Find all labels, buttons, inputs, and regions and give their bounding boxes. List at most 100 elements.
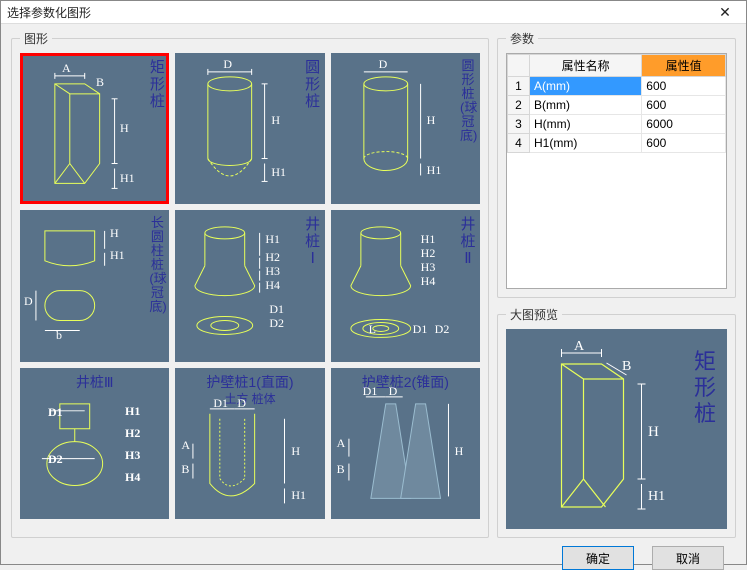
shape-rect-pile[interactable]: 矩形桩 A	[20, 53, 169, 204]
dim-a: A	[337, 436, 346, 451]
footer: 确定 取消	[1, 546, 746, 570]
shape-label: 矩形桩	[149, 59, 165, 110]
param-row[interactable]: 3H(mm)6000	[508, 115, 726, 134]
dim-h2: H2	[421, 246, 436, 261]
dim-b: B	[181, 462, 189, 477]
dim-d1: D1	[48, 405, 63, 420]
shapes-fieldset: 图形 矩形桩	[11, 30, 489, 538]
shape-circle-pile-sphere[interactable]: 圆形桩(球冠底)	[331, 53, 480, 204]
dim-h: H	[455, 444, 464, 459]
dim-d: D	[223, 57, 232, 72]
dim-d2: D2	[48, 452, 63, 467]
dim-d: D	[237, 396, 246, 411]
param-box: 属性名称 属性值 1A(mm)6002B(mm)6003H(mm)60004H1…	[506, 53, 727, 289]
dim-h1: H1	[421, 232, 436, 247]
param-row[interactable]: 2B(mm)600	[508, 96, 726, 115]
close-button[interactable]: ✕	[710, 1, 740, 23]
dim-h1: H1	[120, 171, 135, 186]
left-column: 图形 矩形桩	[11, 30, 489, 538]
dim-b: B	[337, 462, 345, 477]
shape-label: 圆形桩(球冠底)	[460, 59, 476, 143]
dim-h: H	[291, 444, 300, 459]
shape-label: 护壁桩2(锥面)	[331, 372, 480, 392]
dim-h4: H4	[265, 278, 280, 293]
right-column: 参数 属性名称 属性值 1A(mm)6002B(mm)6003H(mm)6000…	[497, 30, 736, 538]
dim-h: H	[271, 113, 280, 128]
dim-a: A	[62, 61, 71, 76]
param-idx: 4	[508, 134, 530, 153]
shape-guard-pile-2[interactable]: 护壁桩2(锥面)	[331, 368, 480, 519]
preview-dim-h1: H1	[648, 489, 665, 505]
dim-d1: D1	[213, 396, 228, 411]
dim-h1: H1	[271, 165, 286, 180]
param-row[interactable]: 4H1(mm)600	[508, 134, 726, 153]
param-name: H1(mm)	[530, 134, 642, 153]
dim-h3: H3	[125, 448, 140, 463]
params-fieldset: 参数 属性名称 属性值 1A(mm)6002B(mm)6003H(mm)6000…	[497, 30, 736, 298]
well-pile-1-icon	[175, 210, 324, 361]
shape-well-pile-2[interactable]: 井桩Ⅱ H1 H2	[331, 210, 480, 361]
dim-h1: H1	[265, 232, 280, 247]
shape-label: 护壁桩1(直面)	[175, 372, 324, 392]
preview-legend: 大图预览	[506, 306, 562, 323]
dim-d2: D2	[435, 322, 450, 337]
content-area: 图形 矩形桩	[1, 24, 746, 546]
preview-box: 矩形桩 A B	[506, 329, 727, 529]
dim-h2: H2	[265, 250, 280, 265]
shape-label: 井桩Ⅰ	[305, 216, 321, 267]
dim-h1: H1	[291, 488, 306, 503]
dim-h3: H3	[265, 264, 280, 279]
param-row[interactable]: 1A(mm)600	[508, 77, 726, 96]
dim-h1: H1	[125, 404, 140, 419]
param-value[interactable]: 600	[642, 77, 726, 96]
long-cyl-icon	[20, 210, 169, 361]
ok-button[interactable]: 确定	[562, 546, 634, 570]
dim-d1: D1	[413, 322, 428, 337]
shape-long-cyl-sphere[interactable]: 长圆柱桩(球冠底)	[20, 210, 169, 361]
dim-h1: H1	[427, 163, 442, 178]
param-idx: 1	[508, 77, 530, 96]
preview-dim-h: H	[648, 424, 659, 441]
dim-h2: H2	[125, 426, 140, 441]
cancel-button[interactable]: 取消	[652, 546, 724, 570]
shape-well-pile-1[interactable]: 井桩Ⅰ	[175, 210, 324, 361]
shape-label: 长圆柱桩(球冠底)	[149, 216, 165, 314]
dim-h: H	[110, 226, 119, 241]
dim-b: B	[96, 75, 104, 90]
dim-d: D	[24, 294, 33, 309]
shape-sublabel: 土方 桩体	[175, 390, 324, 407]
dim-h1: H1	[110, 248, 125, 263]
shape-label: 井桩Ⅲ	[20, 372, 169, 392]
shape-circle-pile[interactable]: 圆形桩	[175, 53, 324, 204]
dim-h3: H3	[421, 260, 436, 275]
param-name: A(mm)	[530, 77, 642, 96]
params-legend: 参数	[506, 30, 538, 47]
circle-pile-icon	[175, 53, 324, 204]
param-idx: 2	[508, 96, 530, 115]
dim-d: D	[389, 384, 398, 399]
dialog-window: 选择参数化图形 ✕ 图形 矩形桩	[0, 0, 747, 565]
shape-well-pile-3[interactable]: 井桩Ⅲ D1	[20, 368, 169, 519]
close-icon: ✕	[719, 4, 731, 21]
circle-pile-sphere-icon	[331, 53, 480, 204]
name-head[interactable]: 属性名称	[530, 55, 642, 77]
dim-d2: D2	[269, 316, 284, 331]
param-name: B(mm)	[530, 96, 642, 115]
preview-dim-b: B	[622, 359, 631, 375]
param-value[interactable]: 600	[642, 134, 726, 153]
param-name: H(mm)	[530, 115, 642, 134]
well-pile-2-icon	[331, 210, 480, 361]
param-value[interactable]: 600	[642, 96, 726, 115]
idx-head	[508, 55, 530, 77]
dim-l: L	[369, 322, 376, 337]
shape-label: 圆形桩	[305, 59, 321, 110]
value-head[interactable]: 属性值	[642, 55, 726, 77]
window-title: 选择参数化图形	[7, 4, 91, 21]
dim-b: b	[56, 328, 62, 343]
dim-a: A	[181, 438, 190, 453]
param-value[interactable]: 6000	[642, 115, 726, 134]
param-idx: 3	[508, 115, 530, 134]
shape-guard-pile-1[interactable]: 护壁桩1(直面) 土方 桩体	[175, 368, 324, 519]
preview-dim-a: A	[574, 339, 584, 355]
rect-pile-icon	[20, 53, 169, 204]
